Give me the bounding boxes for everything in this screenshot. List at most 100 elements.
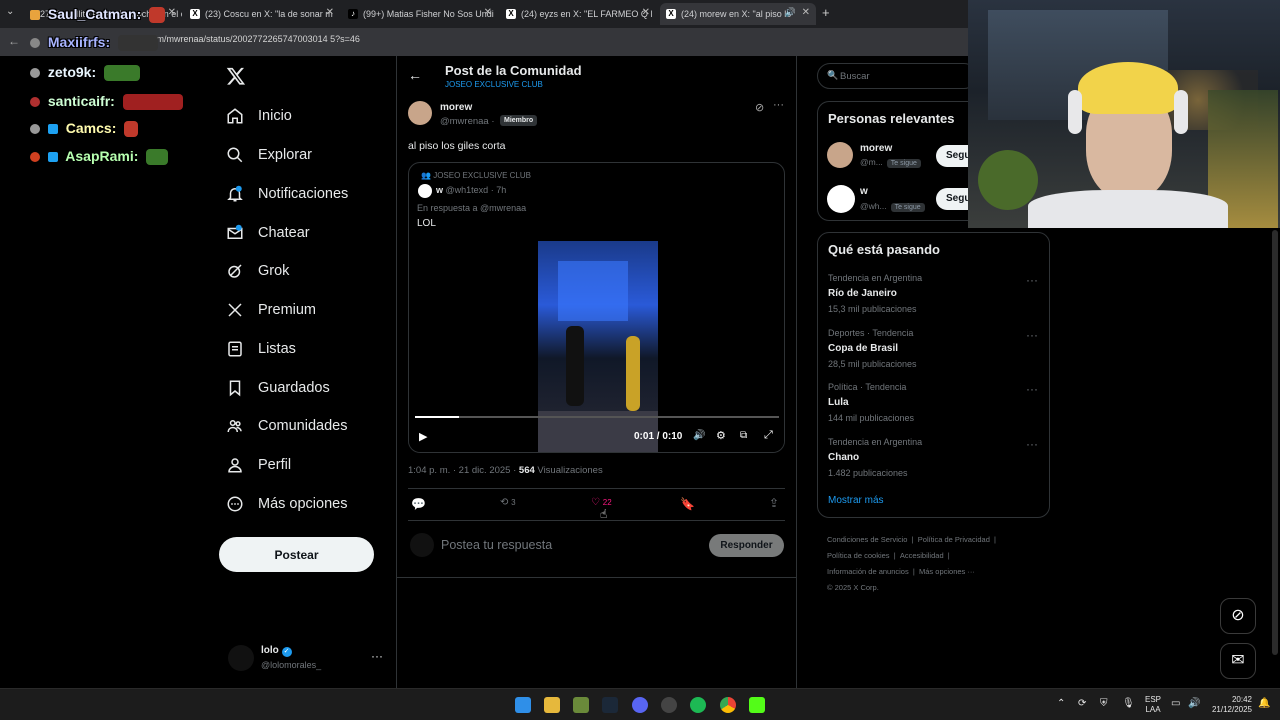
nav-item-mas-opciones[interactable]: Más opciones [226,491,347,517]
tray-chevron-icon[interactable]: ⌃ [1057,698,1065,709]
browser-tab[interactable]: ♪ (99+) Matias Fisher No Sos Undi ✕ [342,3,498,25]
more-dots-icon[interactable]: ··· [371,649,383,663]
avatar[interactable] [827,185,855,213]
show-more-link[interactable]: Mostrar más [828,495,884,506]
more-dots-icon[interactable]: ··· [1026,273,1038,287]
shield-icon[interactable]: ⛨ [1100,698,1108,709]
url-field[interactable]: x.com/mwrenaa/status/2002772265747003014… [140,34,360,44]
trend-category: Tendencia en Argentina [828,273,923,283]
play-icon[interactable]: ▶ [419,430,427,443]
spotify-icon[interactable] [690,697,706,713]
browser-tab[interactable]: X (24) eyzs en X: "EL FARMEO Q l ✕ [500,3,656,25]
badge-icon [30,152,40,163]
repost-button[interactable]: ⟲ 3 [500,497,516,508]
reply-input[interactable]: Postea tu respuesta [441,538,552,552]
volume-icon[interactable]: 🔊 [693,430,705,441]
nav-item-comunidades[interactable]: Comunidades [226,413,347,439]
kick-icon[interactable] [749,697,765,713]
post-button[interactable]: Postear [219,537,374,572]
microphone-icon[interactable]: 🎙 [1122,698,1135,709]
share-icon[interactable]: ⇪ [769,496,779,510]
person-name[interactable]: morew [860,143,892,154]
footer-link[interactable]: Política de cookies [827,551,890,560]
app-icon[interactable] [573,697,589,713]
chrome-icon[interactable] [720,697,736,713]
tab-list-chevron-icon[interactable]: ⌄ [6,6,14,17]
nav-label: Chatear [258,225,310,241]
nav-label: Listas [258,341,296,357]
close-icon[interactable]: ✕ [802,7,810,18]
scrollbar[interactable] [1272,230,1278,655]
footer-link[interactable]: Accesibilidad [900,551,944,560]
settings-gear-icon[interactable]: ⚙ [716,429,726,442]
speaker-icon[interactable]: 🔊 [785,7,796,18]
footer-link[interactable]: Información de anuncios [827,567,909,576]
nav-item-explorar[interactable]: Explorar [226,142,312,168]
new-tab-button[interactable]: + [822,5,830,20]
notification-bell-icon[interactable]: 🔔 [1258,698,1270,709]
file-explorer-icon[interactable] [544,697,560,713]
trend-item[interactable]: Tendencia en Argentina Río de Janeiro 15… [828,273,1038,314]
discord-icon[interactable] [632,697,648,713]
post-timestamp[interactable]: 1:04 p. m. · 21 dic. 2025 · [408,465,519,476]
avatar[interactable] [408,101,432,125]
back-arrow-icon[interactable]: ← [408,67,422,83]
trend-item[interactable]: Tendencia en Argentina Chano 1.482 publi… [828,437,1038,478]
grok-icon[interactable]: ⊘ [755,101,764,114]
clock[interactable]: 20:42 21/12/2025 [1208,695,1252,715]
account-switcher[interactable]: lolo ✓ @lolomorales_ ··· [228,645,388,673]
close-icon[interactable]: ✕ [642,7,650,18]
pip-icon[interactable]: ⧉ [740,430,747,441]
back-arrow-icon[interactable]: ← [8,34,20,48]
browser-tab-active[interactable]: X (24) morew en X: "al piso lo 🔊 ✕ [660,3,816,25]
nav-item-premium[interactable]: Premium [226,297,316,323]
reply-icon[interactable]: 💬 [411,497,426,511]
copyright: © 2025 X Corp. [827,583,879,592]
trend-item[interactable]: Política · Tendencia Lula 144 mil public… [828,382,1038,423]
video-player[interactable]: ▶ 0:01 / 0:10 🔊 ⚙ ⧉ ⤢ [409,241,784,452]
close-icon[interactable]: ✕ [326,7,334,18]
grok-float-button[interactable]: ⊘ [1220,598,1256,634]
community-name[interactable]: JOSEO EXCLUSIVE CLUB [445,80,543,89]
steam-icon[interactable] [602,697,618,713]
footer-link[interactable]: Más opciones ··· [919,567,975,576]
nav-item-listas[interactable]: Listas [226,336,296,362]
avatar[interactable] [827,142,853,168]
browser-tab[interactable]: X (23) Coscu en X: "la de sonar m ✕ [184,3,340,25]
nav-item-perfil[interactable]: Perfil [226,452,291,478]
video-progress-track[interactable] [415,416,779,418]
quoted-post[interactable]: 👥 JOSEO EXCLUSIVE CLUB w @wh1texd · 7h E… [408,162,785,453]
more-dots-icon[interactable]: ··· [1026,382,1038,396]
nav-item-chatear[interactable]: Chatear [226,220,310,246]
footer-link[interactable]: Condiciones de Servicio [827,535,907,544]
wifi-icon[interactable]: ▭ [1171,698,1180,709]
x-logo-icon[interactable] [226,66,248,88]
more-dots-icon[interactable]: ··· [1026,437,1038,451]
chat-username: Maxiifrfs: [47,34,111,50]
nav-item-notificaciones[interactable]: Notificaciones [226,181,348,207]
more-dots-icon[interactable]: ··· [773,99,784,111]
search-box[interactable]: 🔍 Buscar [817,63,977,89]
tab-label: (99+) Matias Fisher No Sos Undi [363,9,494,19]
app-icon[interactable] [661,697,677,713]
clock-time: 20:42 [1231,695,1252,704]
nav-item-grok[interactable]: Grok [226,258,289,284]
more-dots-icon[interactable]: ··· [1026,328,1038,342]
network-icon[interactable]: ⟳ [1078,698,1086,709]
trend-count: 28,5 mil publicaciones [828,359,917,369]
nav-item-guardados[interactable]: Guardados [226,375,330,401]
person-name[interactable]: w [860,186,868,197]
close-icon[interactable]: ✕ [484,7,492,18]
trend-item[interactable]: Deportes · Tendencia Copa de Brasil 28,5… [828,328,1038,369]
reply-button[interactable]: Responder [709,534,784,557]
messages-float-button[interactable]: ✉ [1220,643,1256,679]
nav-item-inicio[interactable]: Inicio [226,103,292,129]
close-icon[interactable]: ✕ [168,7,176,18]
bookmark-icon[interactable]: 🔖 [680,497,695,511]
fullscreen-icon[interactable]: ⤢ [764,429,773,442]
footer-link[interactable]: Política de Privacidad [918,535,990,544]
language-indicator[interactable]: ESP LAA [1145,695,1161,715]
speaker-icon[interactable]: 🔊 [1188,698,1200,709]
windows-start-icon[interactable] [515,697,531,713]
post-author[interactable]: morew [440,102,472,113]
